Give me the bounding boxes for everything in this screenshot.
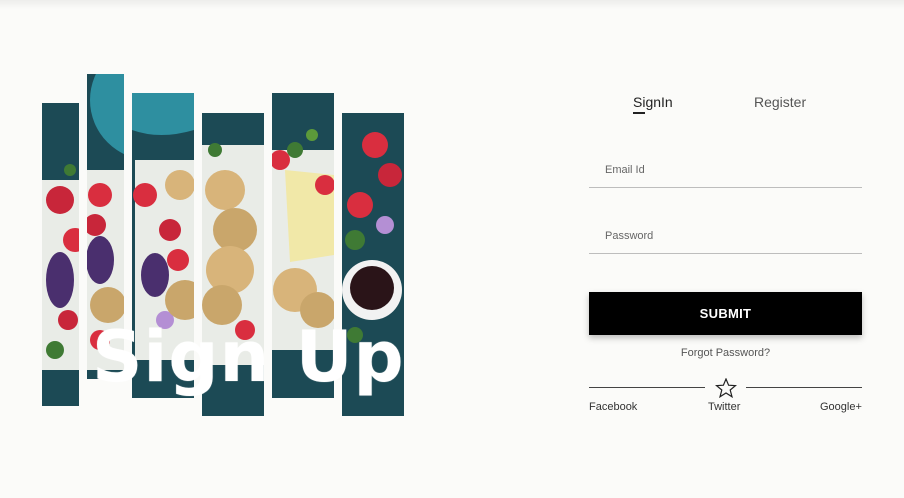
facebook-link[interactable]: Facebook <box>589 401 637 413</box>
submit-button[interactable]: SUBMIT <box>589 292 862 335</box>
tab-signin[interactable]: SignIn <box>633 94 673 114</box>
star-outline-icon <box>715 378 737 398</box>
email-input[interactable] <box>603 163 857 177</box>
divider-right <box>746 387 862 388</box>
divider-left <box>589 387 705 388</box>
password-input[interactable] <box>603 229 857 243</box>
twitter-link[interactable]: Twitter <box>708 401 740 413</box>
image-strip <box>42 103 79 406</box>
google-plus-link[interactable]: Google+ <box>820 401 862 413</box>
hero-artwork: Sign Up <box>0 0 450 498</box>
tab-register[interactable]: Register <box>754 94 806 110</box>
email-field <box>589 147 862 188</box>
forgot-password-link[interactable]: Forgot Password? <box>589 347 862 359</box>
hero-title: Sign Up <box>92 316 405 398</box>
password-field <box>589 213 862 254</box>
auth-tabs: SignIn Register <box>589 94 862 116</box>
